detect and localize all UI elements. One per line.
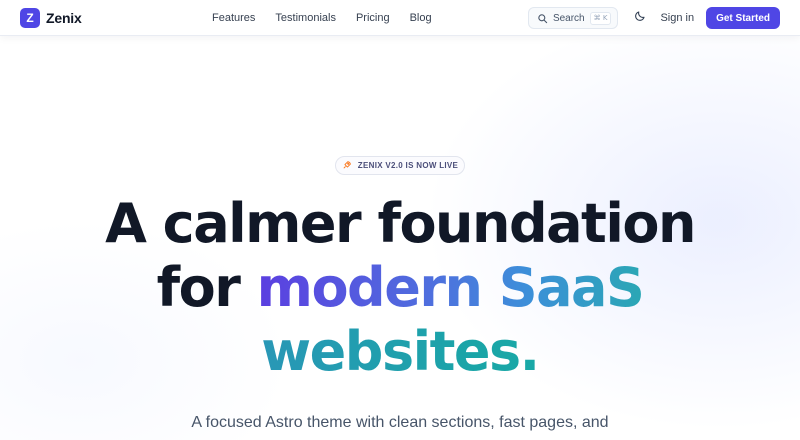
search-shortcut-kbd: ⌘ K (589, 11, 612, 25)
announcement-badge[interactable]: ZENIX V2.0 IS NOW LIVE (335, 156, 465, 175)
nav-actions: Search ⌘ K Sign in Get Started (527, 0, 780, 36)
page: Z Zenix Features Testimonials Pricing Bl… (0, 0, 800, 440)
nav-link-blog[interactable]: Blog (410, 12, 432, 24)
hero-headline-line-3: websites. (0, 320, 800, 384)
search-button[interactable]: Search ⌘ K (527, 7, 619, 29)
get-started-button[interactable]: Get Started (706, 7, 780, 29)
hero-headline: A calmer foundation for modern SaaS webs… (0, 192, 800, 384)
zenix-logo-icon: Z (20, 7, 40, 28)
hero-headline-line-2: for modern SaaS (0, 256, 800, 320)
rocket-icon (342, 160, 352, 172)
sign-in-link[interactable]: Sign in (660, 12, 694, 24)
nav-link-testimonials[interactable]: Testimonials (275, 12, 336, 24)
nav-link-pricing[interactable]: Pricing (356, 12, 390, 24)
brand-logo-link[interactable]: Z Zenix (20, 7, 82, 28)
search-icon (537, 13, 548, 24)
top-navbar: Z Zenix Features Testimonials Pricing Bl… (0, 0, 800, 36)
hero-headline-line-1: A calmer foundation (105, 192, 696, 255)
nav-link-features[interactable]: Features (212, 12, 255, 24)
hero-headline-accent: modern SaaS (256, 256, 645, 319)
theme-toggle-button[interactable] (634, 9, 646, 27)
hero-subtitle: A focused Astro theme with clean section… (191, 414, 609, 431)
moon-icon (634, 9, 646, 27)
hero-headline-plain: for (156, 256, 257, 319)
brand-name: Zenix (46, 9, 82, 26)
search-button-label: Search (552, 12, 585, 24)
announcement-badge-text: ZENIX V2.0 IS NOW LIVE (357, 161, 459, 170)
primary-nav: Features Testimonials Pricing Blog (212, 0, 452, 36)
